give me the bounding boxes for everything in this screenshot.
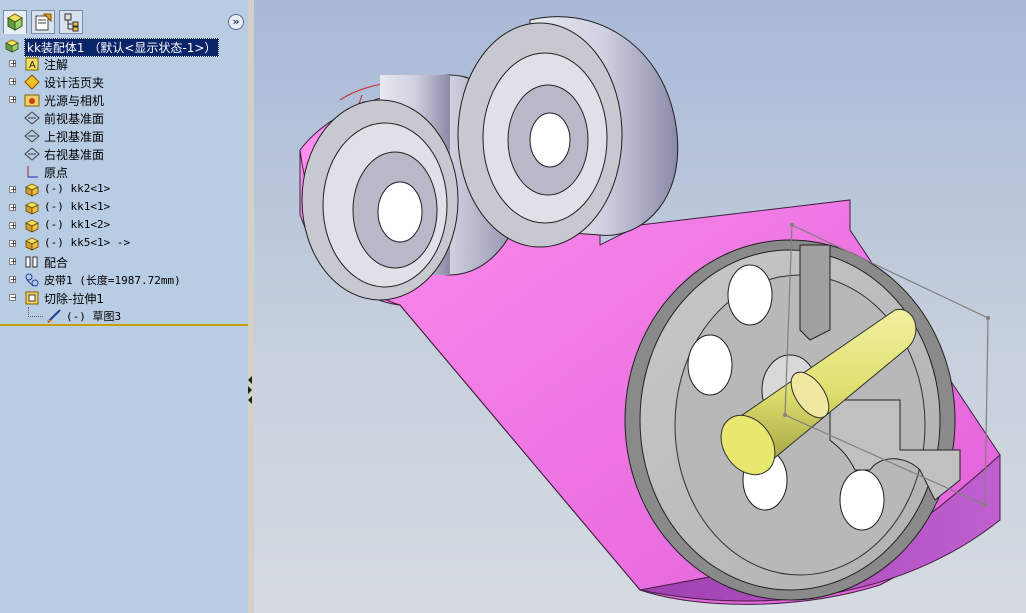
collapse-toggle[interactable]: − bbox=[9, 294, 17, 302]
tree-item[interactable]: + 配合 bbox=[0, 253, 248, 271]
tree-item-label: 光源与相机 bbox=[44, 94, 105, 108]
tree-item-label: 皮带1 (长度=1987.72mm) bbox=[44, 274, 181, 287]
tree-item[interactable]: + 皮带1 (长度=1987.72mm) bbox=[0, 271, 248, 289]
part-icon bbox=[25, 201, 39, 215]
sketch-icon bbox=[47, 309, 61, 323]
part-icon bbox=[25, 183, 39, 197]
tree-item-label: 注解 bbox=[44, 58, 69, 72]
graphics-area[interactable] bbox=[254, 0, 1026, 613]
lights-cameras-icon bbox=[24, 94, 40, 107]
tree-connector bbox=[28, 307, 43, 317]
feature-manager-tab[interactable] bbox=[3, 10, 27, 34]
tree-item-label: 配合 bbox=[44, 256, 69, 270]
plane-icon bbox=[24, 147, 40, 161]
tree-item-label: 前视基准面 bbox=[44, 112, 105, 126]
feature-manager-panel: » kk装配体1 （默认<显示状态-1>） + A 注解 + 设计活页夹 + 光源与相机前视… bbox=[0, 0, 249, 613]
right-roller[interactable] bbox=[457, 16, 679, 248]
tree-item-label: (-) kk2<1> bbox=[44, 182, 111, 195]
tree-item-label: 上视基准面 bbox=[44, 130, 105, 144]
panel-tabs: » bbox=[0, 0, 248, 36]
expand-toggle[interactable]: + bbox=[9, 204, 17, 212]
tree-item[interactable]: 右视基准面 bbox=[0, 145, 248, 163]
tree-item-label: 设计活页夹 bbox=[44, 76, 105, 90]
tree-item[interactable]: (-) 草图3 bbox=[0, 307, 248, 325]
mates-icon bbox=[25, 256, 38, 268]
assembly-3d-view[interactable] bbox=[254, 0, 1026, 613]
expand-toggle[interactable]: + bbox=[9, 222, 17, 230]
part-icon bbox=[25, 219, 39, 233]
property-manager-icon bbox=[35, 13, 52, 31]
configuration-manager-icon bbox=[64, 13, 79, 32]
expand-toggle[interactable]: + bbox=[9, 60, 17, 68]
plane-icon bbox=[24, 111, 40, 125]
origin-icon bbox=[27, 166, 38, 178]
tree-item[interactable]: + (-) kk1<1> bbox=[0, 199, 248, 217]
collapse-panel-button[interactable]: » bbox=[228, 14, 244, 30]
part-icon bbox=[25, 237, 39, 251]
expand-toggle[interactable]: + bbox=[9, 258, 17, 266]
tree-item-label: 右视基准面 bbox=[44, 148, 105, 162]
assembly-icon bbox=[5, 39, 19, 53]
tree-item[interactable]: + A 注解 bbox=[0, 55, 248, 73]
tree-item-label: 原点 bbox=[44, 166, 69, 180]
expand-toggle[interactable]: + bbox=[9, 96, 17, 104]
tree-end-divider bbox=[0, 324, 248, 326]
cut-extrude-icon bbox=[25, 291, 39, 305]
tree-item[interactable]: + (-) kk1<2> bbox=[0, 217, 248, 235]
tree-item-label: 切除-拉伸1 bbox=[44, 292, 104, 306]
feature-tree-icon bbox=[6, 13, 24, 31]
tree-item[interactable]: 前视基准面 bbox=[0, 109, 248, 127]
svg-text:A: A bbox=[29, 60, 36, 71]
expand-toggle[interactable]: + bbox=[9, 240, 17, 248]
tree-item-label: (-) kk1<1> bbox=[44, 200, 111, 213]
tree-item[interactable]: 上视基准面 bbox=[0, 127, 248, 145]
plane-icon bbox=[24, 129, 40, 143]
feature-tree: kk装配体1 （默认<显示状态-1>） + A 注解 + 设计活页夹 + 光源与相机前视基准… bbox=[0, 36, 248, 326]
tree-item-label: (-) kk1<2> bbox=[44, 218, 111, 231]
tree-item[interactable]: + (-) kk5<1> -> bbox=[0, 235, 248, 253]
tree-item-label: (-) kk5<1> -> bbox=[44, 236, 131, 249]
expand-toggle[interactable]: + bbox=[9, 186, 17, 194]
expand-toggle[interactable]: + bbox=[9, 78, 17, 86]
design-binder-icon bbox=[24, 74, 40, 90]
annotations-icon: A bbox=[25, 57, 39, 71]
splitter-grip-icon[interactable] bbox=[248, 376, 252, 404]
property-manager-tab[interactable] bbox=[31, 10, 55, 34]
tree-item[interactable]: + 光源与相机 bbox=[0, 91, 248, 109]
tree-item[interactable]: − 切除-拉伸1 bbox=[0, 289, 248, 307]
tree-item[interactable]: 原点 bbox=[0, 163, 248, 181]
expand-toggle[interactable]: + bbox=[9, 276, 17, 284]
tree-root[interactable]: kk装配体1 （默认<显示状态-1>） bbox=[0, 37, 248, 57]
configuration-manager-tab[interactable] bbox=[59, 10, 83, 34]
tree-item-label: (-) 草图3 bbox=[66, 310, 122, 323]
belt-chain-icon bbox=[25, 273, 39, 287]
tree-item[interactable]: + 设计活页夹 bbox=[0, 73, 248, 91]
tree-item[interactable]: + (-) kk2<1> bbox=[0, 181, 248, 199]
